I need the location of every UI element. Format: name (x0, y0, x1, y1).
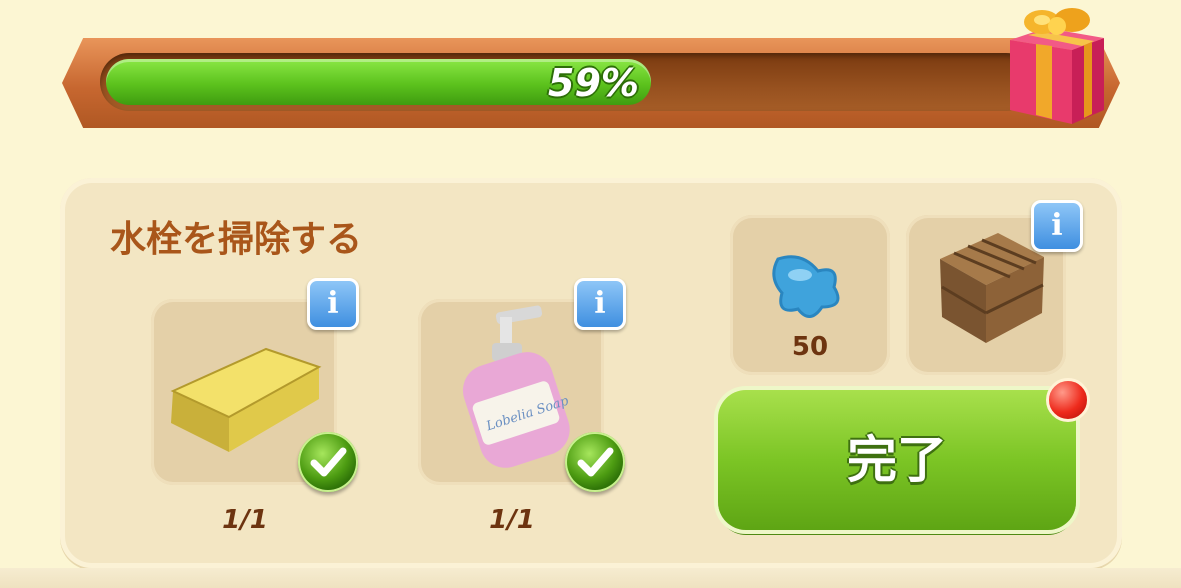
info-button-crate[interactable]: i (1031, 200, 1083, 252)
info-button-soap[interactable]: i (574, 278, 626, 330)
complete-button-label: 完了 (847, 431, 947, 489)
item-count-soap: 1/1 (489, 505, 535, 535)
checkmark-icon (565, 432, 625, 492)
reward-gem-amount: 50 (791, 332, 829, 362)
item-count-sponge: 1/1 (222, 505, 268, 535)
gift-box-icon[interactable] (1002, 2, 1112, 127)
notification-dot (1046, 378, 1090, 422)
progress-bar: 59% (100, 53, 1035, 111)
progress-bar-fill: 59% (106, 59, 651, 105)
info-button-sponge[interactable]: i (307, 278, 359, 330)
bottom-strip (0, 568, 1181, 588)
task-title: 水栓を掃除する (110, 219, 363, 260)
progress-percent-label: 59% (548, 61, 639, 105)
complete-button[interactable]: 完了 (718, 390, 1076, 530)
checkmark-icon (298, 432, 358, 492)
